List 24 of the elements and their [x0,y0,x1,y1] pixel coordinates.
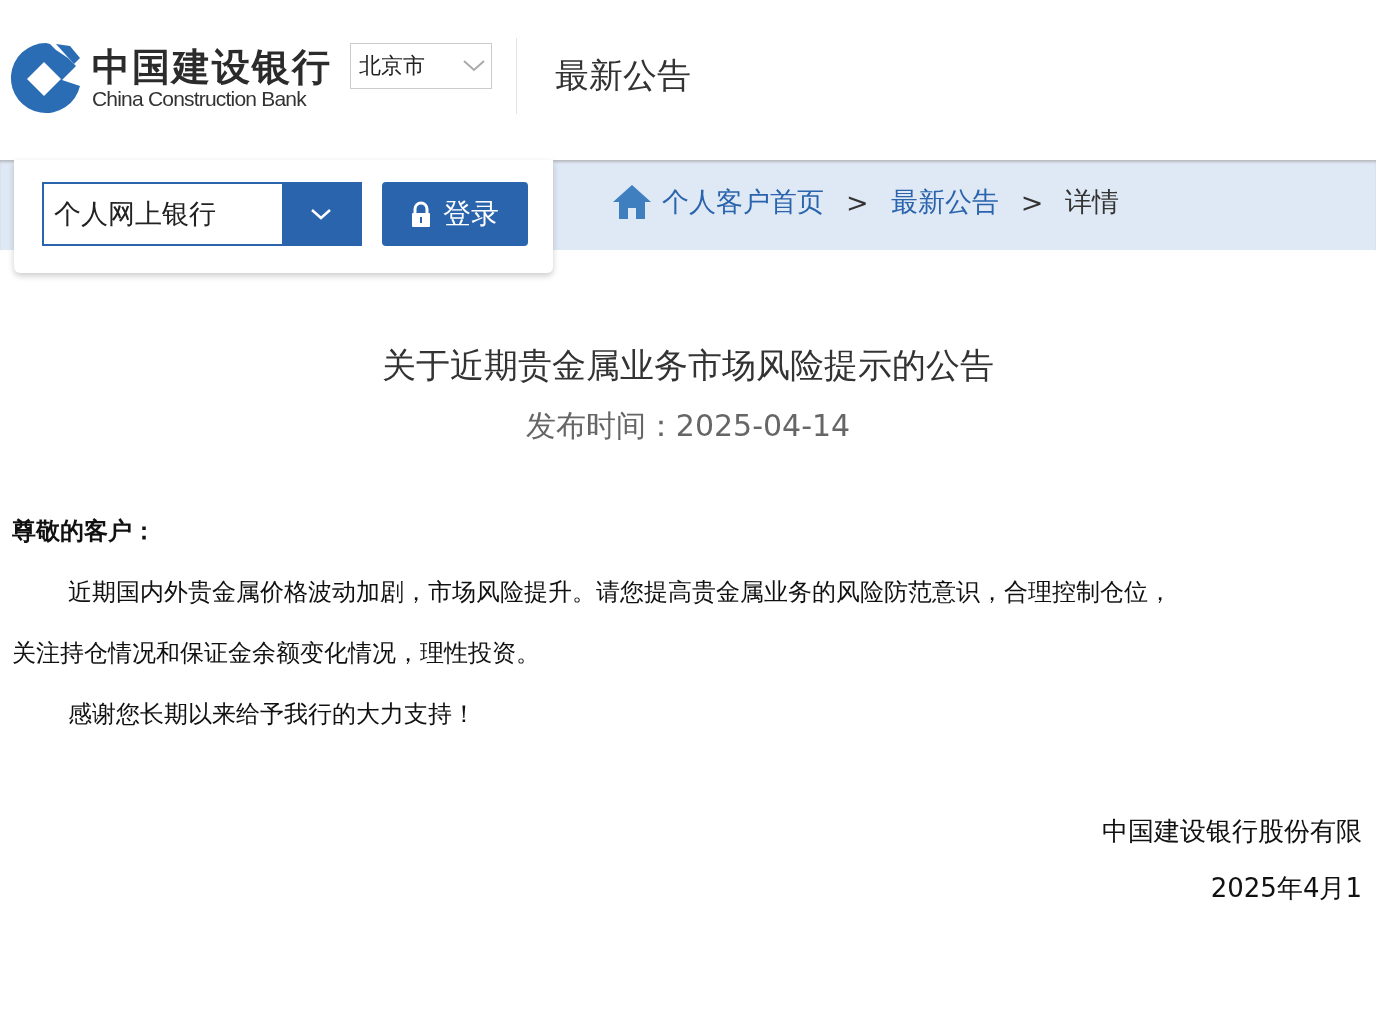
bank-name: 中国建设银行 [92,46,332,88]
paragraph-line: 近期国内外贵金属价格波动加剧，市场风险提升。请您提高贵金属业务的风险防范意识，合理控制仓位， [67,577,1173,608]
signature: 中国建设银行股份有限 [1102,816,1362,846]
region-select[interactable]: 北京市 [350,43,492,89]
article-title: 关于近期贵金属业务市场风险提示的公告 [381,344,995,387]
bank-name-english: China Construction Bank [92,88,308,110]
breadcrumb-current: 详情 [1065,185,1120,219]
breadcrumb-link[interactable]: 个人客户首页 [662,184,824,220]
lock-icon [411,201,431,227]
breadcrumb-separator: > [846,186,869,218]
channel-select[interactable]: 个人网上银行 [42,182,362,246]
chevron-down-icon [310,208,332,220]
home-icon[interactable] [612,184,652,220]
paragraph-line: 感谢您长期以来给予我行的大力支持！ [67,699,477,730]
publish-date: 发布时间：2025-04-14 [525,408,851,443]
chevron-down-icon [463,60,485,72]
signature-date: 2025年4月1 [1210,873,1362,903]
bank-logo-icon [10,40,82,116]
greeting: 尊敬的客户： [12,516,157,547]
page-title: 最新公告 [555,54,691,97]
breadcrumb-link[interactable]: 最新公告 [890,184,999,220]
paragraph-line: 关注持仓情况和保证金余额变化情况，理性投资。 [12,638,541,669]
breadcrumb-separator: > [1020,186,1044,218]
login-button[interactable]: 登录 [382,182,528,246]
